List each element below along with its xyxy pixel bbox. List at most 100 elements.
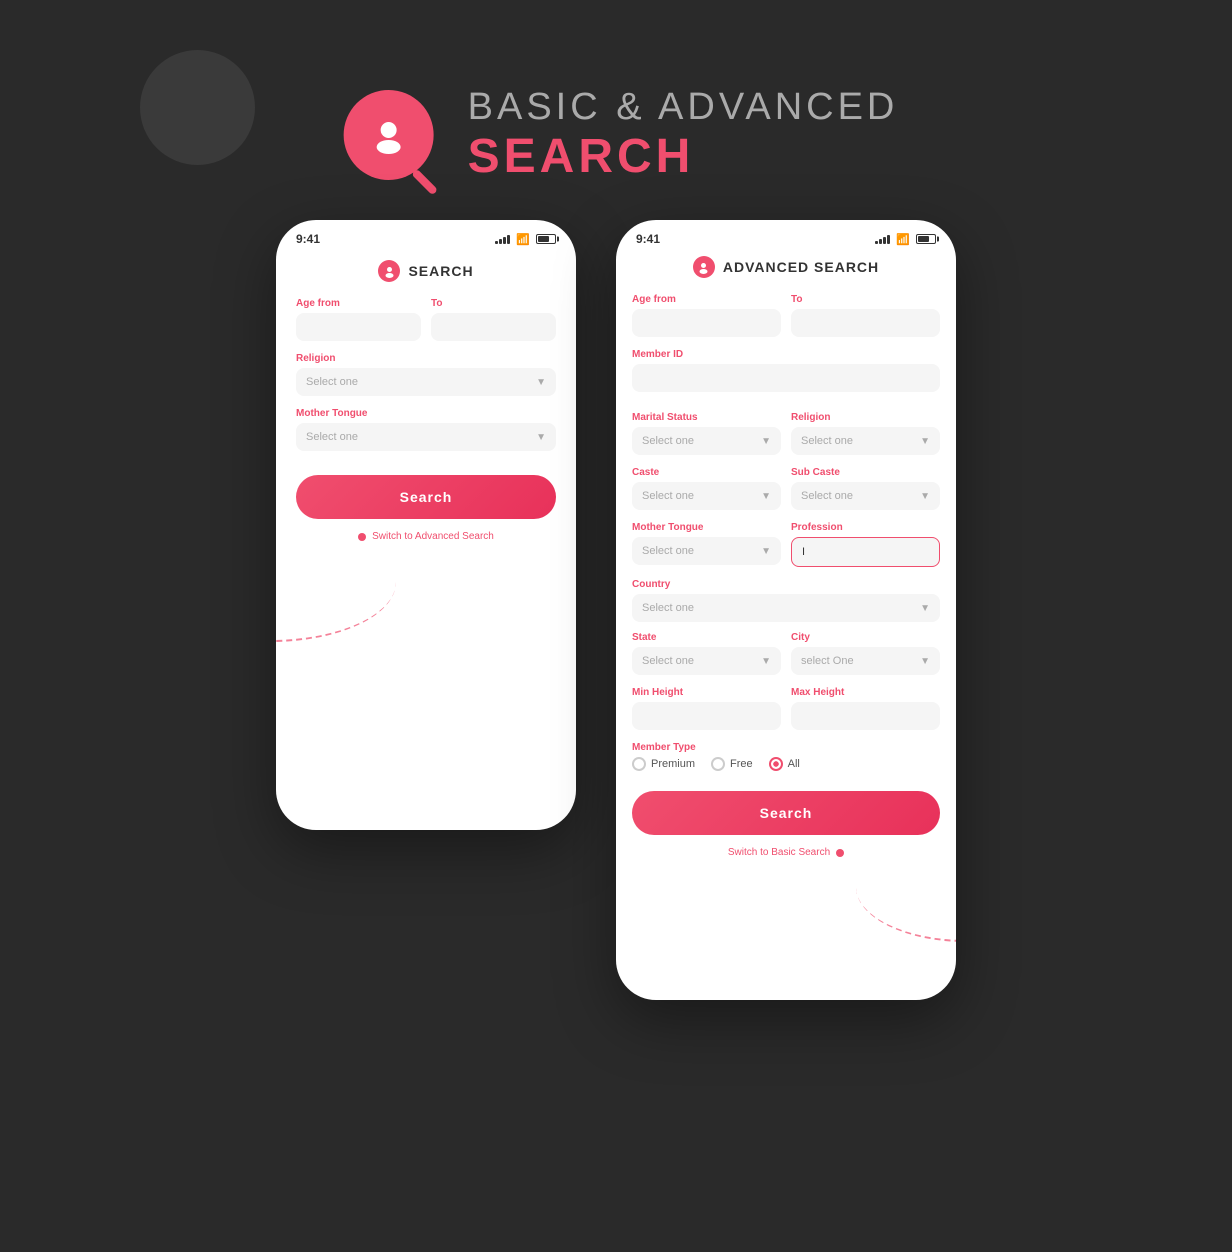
rbar2 xyxy=(879,239,882,244)
radio-premium[interactable]: Premium xyxy=(632,757,695,771)
adv-age-to-input[interactable] xyxy=(791,309,940,337)
country-select[interactable]: Select one ▼ xyxy=(632,594,940,622)
basic-search-button[interactable]: Search xyxy=(296,475,556,519)
header-title-top: BASIC & ADVANCED xyxy=(468,86,899,129)
bar3 xyxy=(503,237,506,244)
basic-search-phone: 9:41 📶 xyxy=(276,220,576,830)
max-height-label: Max Height xyxy=(791,687,940,698)
max-height-input[interactable] xyxy=(791,702,940,730)
rbar1 xyxy=(875,241,878,244)
sub-caste-select[interactable]: Select one ▼ xyxy=(791,482,940,510)
radio-circle-free xyxy=(711,757,725,771)
adv-religion-value: Select one xyxy=(801,435,853,447)
mother-tongue-chevron: ▼ xyxy=(536,432,546,443)
sub-caste-value: Select one xyxy=(801,490,853,502)
marital-status-group: Marital Status Select one ▼ xyxy=(632,412,781,455)
adv-religion-group: Religion Select one ▼ xyxy=(791,412,940,455)
member-id-input[interactable] xyxy=(632,364,940,392)
status-bar-left: 9:41 📶 xyxy=(276,220,576,252)
city-chevron: ▼ xyxy=(920,656,930,667)
rbar3 xyxy=(883,237,886,244)
state-label: State xyxy=(632,632,781,643)
radio-free-label: Free xyxy=(730,758,753,770)
adv-age-to-group: To xyxy=(791,294,940,337)
adv-mother-tongue-select[interactable]: Select one ▼ xyxy=(632,537,781,565)
min-height-label: Min Height xyxy=(632,687,781,698)
member-type-radio-group: Premium Free All xyxy=(632,757,940,771)
radio-premium-label: Premium xyxy=(651,758,695,770)
member-type-group: Member Type Premium Free All xyxy=(632,742,940,771)
bar1 xyxy=(495,241,498,244)
sub-caste-label: Sub Caste xyxy=(791,467,940,478)
time-left: 9:41 xyxy=(296,232,320,246)
religion-group: Religion Select one ▼ xyxy=(296,353,556,396)
marital-status-value: Select one xyxy=(642,435,694,447)
mother-tongue-select[interactable]: Select one ▼ xyxy=(296,423,556,451)
mother-tongue-group: Mother Tongue Select one ▼ xyxy=(296,408,556,451)
profession-input[interactable] xyxy=(791,537,940,567)
radio-free[interactable]: Free xyxy=(711,757,753,771)
mother-tongue-label: Mother Tongue xyxy=(296,408,556,419)
country-value: Select one xyxy=(642,602,694,614)
caste-row: Caste Select one ▼ Sub Caste Select one … xyxy=(632,467,940,510)
status-bar-right: 9:41 📶 xyxy=(616,220,956,252)
time-right: 9:41 xyxy=(636,232,660,246)
country-group: Country Select one ▼ xyxy=(632,579,940,622)
member-type-label: Member Type xyxy=(632,742,940,753)
signal-bars xyxy=(495,234,510,244)
radio-circle-all xyxy=(769,757,783,771)
marital-status-select[interactable]: Select one ▼ xyxy=(632,427,781,455)
caste-select[interactable]: Select one ▼ xyxy=(632,482,781,510)
state-select[interactable]: Select one ▼ xyxy=(632,647,781,675)
max-height-group: Max Height xyxy=(791,687,940,730)
religion-select-value: Select one xyxy=(306,376,358,388)
member-id-group: Member ID xyxy=(632,349,940,402)
age-to-label: To xyxy=(431,298,556,309)
adv-religion-select[interactable]: Select one ▼ xyxy=(791,427,940,455)
age-row: Age from To xyxy=(296,298,556,341)
battery-fill-r xyxy=(918,236,929,242)
profession-label: Profession xyxy=(791,522,940,533)
age-from-input[interactable] xyxy=(296,313,421,341)
city-label: City xyxy=(791,632,940,643)
religion-select[interactable]: Select one ▼ xyxy=(296,368,556,396)
wifi-icon: 📶 xyxy=(516,233,530,246)
radio-all[interactable]: All xyxy=(769,757,800,771)
age-from-group: Age from xyxy=(296,298,421,341)
wifi-icon-r: 📶 xyxy=(896,233,910,246)
basic-search-page-title: SEARCH xyxy=(408,263,473,279)
battery-icon xyxy=(536,234,556,244)
radio-circle-premium xyxy=(632,757,646,771)
profession-group: Profession xyxy=(791,522,940,567)
phones-container: 9:41 📶 xyxy=(276,220,956,1000)
min-height-group: Min Height xyxy=(632,687,781,730)
country-chevron: ▼ xyxy=(920,603,930,614)
min-height-input[interactable] xyxy=(632,702,781,730)
age-to-input[interactable] xyxy=(431,313,556,341)
city-select[interactable]: select One ▼ xyxy=(791,647,940,675)
header-text: BASIC & ADVANCED SEARCH xyxy=(468,86,899,184)
marital-chevron: ▼ xyxy=(761,436,771,447)
adv-mother-tongue-value: Select one xyxy=(642,545,694,557)
marital-religion-row: Marital Status Select one ▼ Religion Sel… xyxy=(632,412,940,455)
advanced-search-page-title: ADVANCED SEARCH xyxy=(723,259,879,275)
adv-mother-tongue-label: Mother Tongue xyxy=(632,522,781,533)
status-icons-right: 📶 xyxy=(875,233,936,246)
advanced-search-phone: 9:41 📶 xyxy=(616,220,956,1000)
adv-age-row: Age from To xyxy=(632,294,940,337)
caste-label: Caste xyxy=(632,467,781,478)
religion-label: Religion xyxy=(296,353,556,364)
mother-tongue-select-value: Select one xyxy=(306,431,358,443)
switch-to-advanced-text: Switch to Advanced Search xyxy=(372,531,494,542)
religion-chevron: ▼ xyxy=(536,377,546,388)
adv-age-from-input[interactable] xyxy=(632,309,781,337)
age-to-group: To xyxy=(431,298,556,341)
caste-chevron: ▼ xyxy=(761,491,771,502)
mt-profession-row: Mother Tongue Select one ▼ Profession xyxy=(632,522,940,567)
adv-age-from-label: Age from xyxy=(632,294,781,305)
advanced-search-button[interactable]: Search xyxy=(632,791,940,835)
switch-dot-right xyxy=(836,849,844,857)
caste-value: Select one xyxy=(642,490,694,502)
battery-fill xyxy=(538,236,549,242)
radio-all-label: All xyxy=(788,758,800,770)
